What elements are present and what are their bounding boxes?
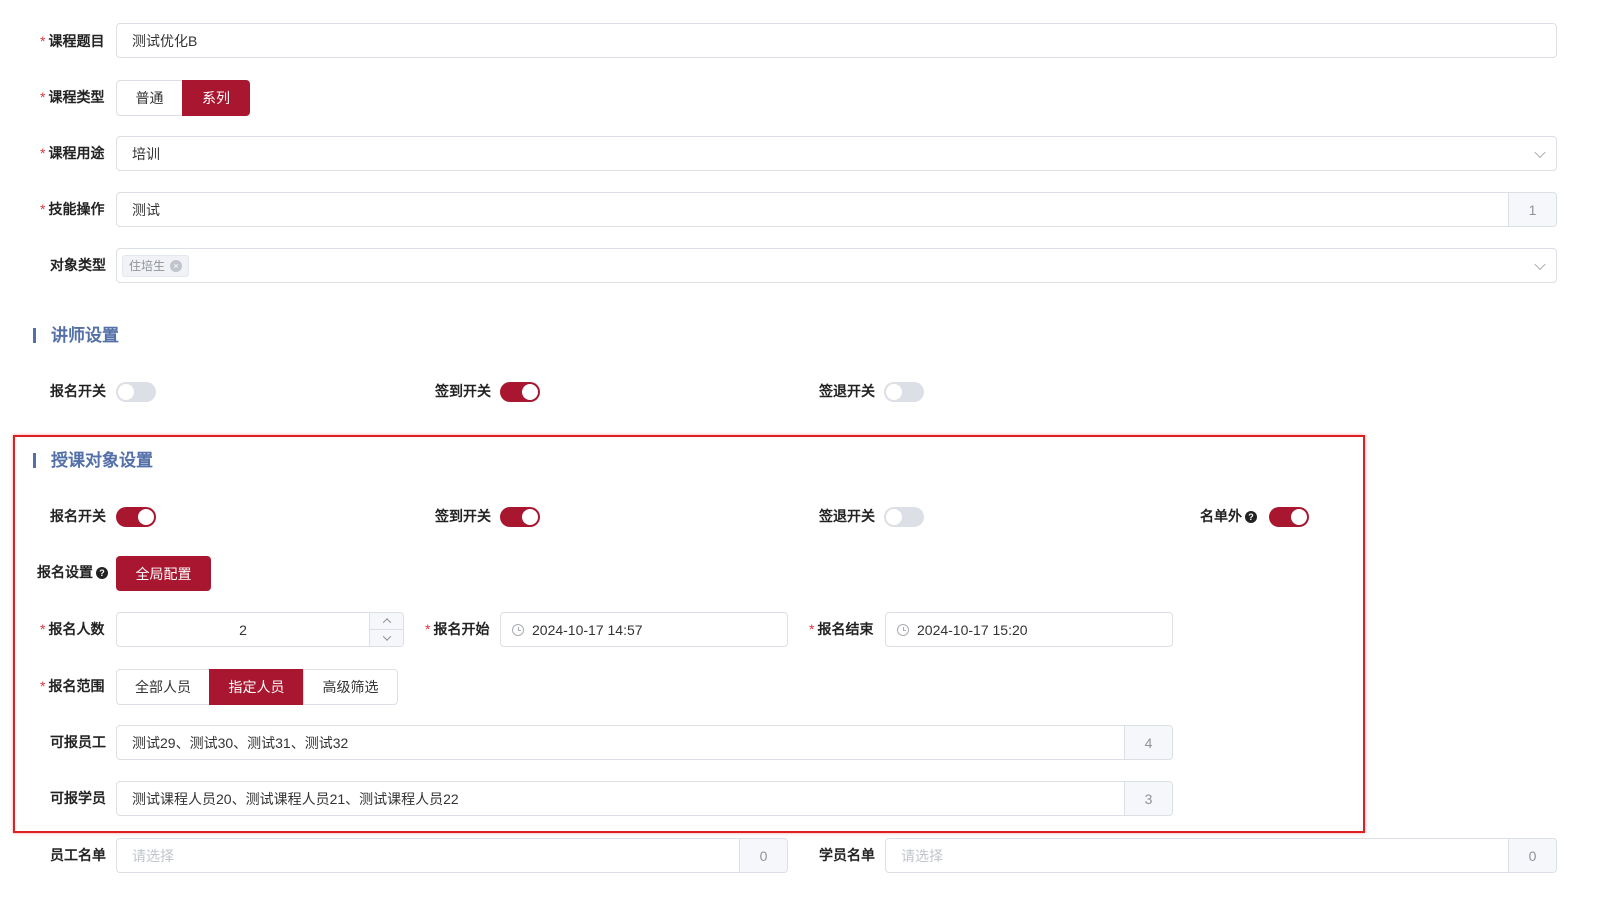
student-count-badge: 3 xyxy=(1124,782,1172,815)
audience-checkin-switch[interactable] xyxy=(500,507,540,527)
staff-list-input[interactable]: 请选择 0 xyxy=(116,838,788,873)
course-title-label: * 课程题目 xyxy=(40,33,105,49)
student-list-count-badge: 0 xyxy=(1508,839,1556,872)
target-type-select[interactable]: 住培生 × xyxy=(116,248,1557,283)
chevron-down-icon xyxy=(1534,146,1546,158)
course-title-input[interactable]: 测试优化B xyxy=(116,23,1557,58)
signup-end-label: * 报名结束 xyxy=(809,621,874,637)
signup-scope-group: 全部人员 指定人员 高级筛选 xyxy=(116,669,398,705)
lecturer-checkin-label: 签到开关 xyxy=(435,383,491,399)
signup-start-datetime[interactable]: 2024-10-17 14:57 xyxy=(500,612,788,647)
stepper-controls xyxy=(369,613,403,646)
student-list-label: 学员名单 xyxy=(819,847,875,863)
chevron-up-icon xyxy=(382,617,391,627)
eligible-staff-input[interactable]: 测试29、测试30、测试31、测试32 4 xyxy=(116,725,1173,760)
audience-signup-label: 报名开关 xyxy=(50,508,106,524)
target-type-tag: 住培生 × xyxy=(122,254,190,277)
lecturer-section-title: 讲师设置 xyxy=(33,325,119,347)
chevron-down-icon xyxy=(1534,258,1546,270)
course-type-normal-button[interactable]: 普通 xyxy=(116,80,183,116)
skill-operation-label: * 技能操作 xyxy=(40,201,105,217)
audience-checkin-label: 签到开关 xyxy=(435,508,491,524)
lecturer-checkin-switch[interactable] xyxy=(500,382,540,402)
audience-section-title: 授课对象设置 xyxy=(33,450,153,472)
lecturer-checkout-switch[interactable] xyxy=(884,382,924,402)
staff-count-badge: 4 xyxy=(1124,726,1172,759)
help-icon[interactable]: ? xyxy=(1245,511,1257,523)
scope-advanced-button[interactable]: 高级筛选 xyxy=(303,669,398,705)
increase-button[interactable] xyxy=(370,613,403,630)
lecturer-signup-switch[interactable] xyxy=(116,382,156,402)
clock-icon xyxy=(897,623,909,636)
course-usage-label: * 课程用途 xyxy=(40,145,105,161)
course-type-group: 普通 系列 xyxy=(116,80,250,116)
lecturer-signup-label: 报名开关 xyxy=(50,383,106,399)
signup-scope-label: * 报名范围 xyxy=(40,678,105,694)
decrease-button[interactable] xyxy=(370,630,403,647)
signup-start-label: * 报名开始 xyxy=(425,621,490,637)
target-type-label: 对象类型 xyxy=(50,257,106,273)
skill-operation-input[interactable]: 测试 1 xyxy=(116,192,1557,227)
audience-signup-switch[interactable] xyxy=(116,507,156,527)
clock-icon xyxy=(512,623,524,636)
eligible-student-input[interactable]: 测试课程人员20、测试课程人员21、测试课程人员22 3 xyxy=(116,781,1173,816)
offlist-label: 名单外? xyxy=(1200,506,1257,526)
offlist-switch[interactable] xyxy=(1269,507,1309,527)
skill-count-badge: 1 xyxy=(1508,193,1556,226)
eligible-student-label: 可报学员 xyxy=(50,790,106,806)
signup-count-stepper[interactable]: 2 xyxy=(116,612,404,647)
signup-end-datetime[interactable]: 2024-10-17 15:20 xyxy=(885,612,1173,647)
chevron-down-icon xyxy=(382,632,391,641)
help-icon[interactable]: ? xyxy=(96,567,108,579)
staff-list-label: 员工名单 xyxy=(50,847,106,863)
lecturer-checkout-label: 签退开关 xyxy=(819,383,875,399)
signup-count-label: * 报名人数 xyxy=(40,621,105,637)
audience-checkout-label: 签退开关 xyxy=(819,508,875,524)
audience-checkout-switch[interactable] xyxy=(884,507,924,527)
close-icon[interactable]: × xyxy=(170,259,183,272)
course-usage-select[interactable]: 培训 xyxy=(116,136,1557,171)
global-config-button[interactable]: 全局配置 xyxy=(116,556,211,591)
student-list-input[interactable]: 请选择 0 xyxy=(885,838,1557,873)
scope-all-button[interactable]: 全部人员 xyxy=(116,669,210,705)
course-type-label: * 课程类型 xyxy=(40,89,105,105)
course-type-series-button[interactable]: 系列 xyxy=(182,80,250,116)
scope-specified-button[interactable]: 指定人员 xyxy=(209,669,304,705)
eligible-staff-label: 可报员工 xyxy=(50,734,106,750)
signup-settings-label: 报名设置? xyxy=(37,562,108,582)
staff-list-count-badge: 0 xyxy=(739,839,787,872)
